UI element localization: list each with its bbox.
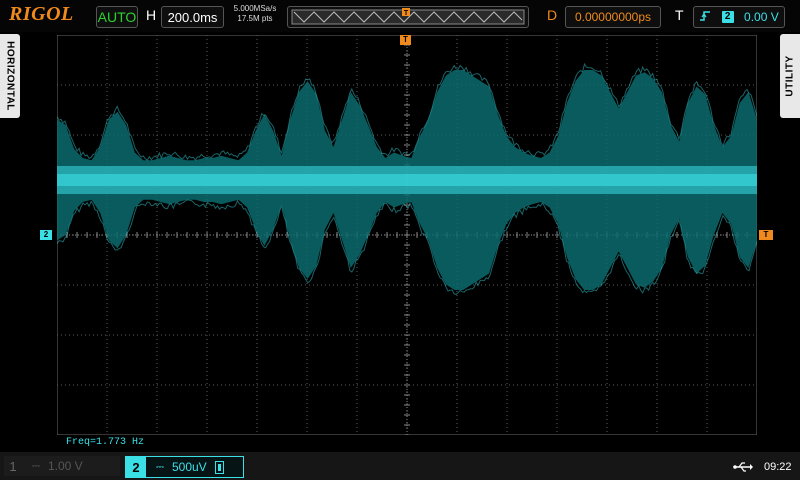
memory-depth: 17.5M pts: [237, 14, 273, 23]
trigger-level: 0.00 V: [744, 10, 779, 24]
ch2-number: 2: [126, 457, 146, 477]
horizontal-menu-tab[interactable]: HORIZONTAL: [0, 34, 20, 118]
ch2-core-line: [57, 174, 757, 186]
memory-overview-waveform: T: [291, 8, 525, 25]
ch1-scale: 1.00 V: [47, 459, 83, 473]
clock-time: 09:22: [764, 461, 792, 473]
channel-status-bar: 1 ⎓ 1.00 V 2 ⎓ 500uV 09:22: [0, 452, 800, 480]
rising-edge-icon: [699, 10, 711, 25]
utility-menu-label: UTILITY: [784, 55, 796, 97]
dc-coupling-icon: ⎓: [156, 461, 164, 473]
memory-overview[interactable]: T: [287, 6, 529, 28]
top-status-bar: RIGOL AUTO H 200.0ms 5.000MSa/s 17.5M pt…: [0, 0, 800, 32]
brand-logo: RIGOL: [9, 3, 74, 25]
horizontal-label: H: [146, 7, 157, 23]
delay-value[interactable]: 0.00000000ps: [565, 6, 661, 28]
sample-rate: 5.000MSa/s: [233, 4, 277, 13]
delay-label: D: [547, 7, 558, 23]
ch2-status[interactable]: 2 ⎓ 500uV: [125, 456, 244, 478]
trigger-position-marker[interactable]: T: [400, 35, 411, 45]
utility-menu-tab[interactable]: UTILITY: [780, 34, 800, 118]
usb-icon: [733, 461, 753, 475]
ch1-status[interactable]: 1 ⎓ 1.00 V: [4, 456, 120, 476]
trigger-label: T: [675, 7, 684, 23]
memory-trigger-marker: T: [402, 8, 410, 17]
timebase-value[interactable]: 200.0ms: [161, 6, 224, 28]
run-mode-badge[interactable]: AUTO: [96, 6, 138, 28]
trigger-settings[interactable]: 2 0.00 V: [693, 6, 785, 28]
waveform-display[interactable]: [57, 35, 757, 435]
dc-coupling-icon: ⎓: [32, 460, 40, 472]
ch1-number: 1: [9, 458, 17, 474]
ch2-offset-marker[interactable]: 2: [40, 230, 52, 240]
bandwidth-limit-icon: [214, 460, 224, 474]
frequency-measurement: Freq=1.773 Hz: [66, 437, 145, 448]
horizontal-menu-label: HORIZONTAL: [4, 41, 16, 111]
acquisition-info: 5.000MSa/s 17.5M pts: [229, 4, 281, 24]
trigger-source-badge: 2: [721, 11, 734, 23]
trigger-level-marker[interactable]: T: [759, 230, 773, 240]
svg-text:T: T: [404, 10, 409, 17]
ch2-scale: 500uV: [171, 460, 207, 474]
